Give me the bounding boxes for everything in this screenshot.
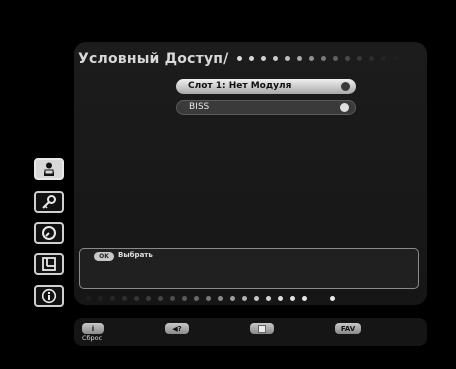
page-dot: [345, 56, 350, 61]
biss-item[interactable]: BISS: [176, 100, 356, 115]
page-dot: [110, 296, 115, 301]
clock-icon: [42, 226, 56, 240]
info-icon: [41, 288, 57, 304]
info-key-icon: i: [91, 324, 95, 333]
sidebar-item-storage[interactable]: [34, 253, 64, 275]
page-dot: [122, 296, 127, 301]
page-dot: [369, 56, 374, 61]
page-title: Условный Доступ/: [78, 51, 229, 67]
page-dot: [249, 56, 254, 61]
audio-key-icon: ◀?: [172, 324, 182, 333]
blank-key-button[interactable]: [250, 323, 274, 334]
page-dot: [86, 296, 91, 301]
page-dot: [290, 296, 295, 301]
page-dot: [182, 296, 187, 301]
key-icon: [42, 195, 56, 209]
page-dot: [333, 56, 338, 61]
page-dot: [98, 296, 103, 301]
sidebar-item-info[interactable]: [34, 285, 64, 307]
page-dot: [321, 56, 326, 61]
page-dot: [285, 56, 290, 61]
page-dot: [302, 296, 307, 301]
page-dot: [170, 296, 175, 301]
slot-1-item[interactable]: Слот 1: Нет Модуля: [176, 79, 356, 94]
page-dot: [309, 56, 314, 61]
ok-button-icon: OK: [94, 252, 114, 261]
page-dot: [146, 296, 151, 301]
sidebar-item-key[interactable]: [34, 191, 64, 213]
storage-icon: [42, 257, 56, 271]
select-hint-label: Выбрать: [118, 251, 153, 259]
slot-status-indicator: [341, 82, 350, 91]
page-dot: [393, 56, 398, 61]
page-dot: [194, 296, 199, 301]
page-dot: [206, 296, 211, 301]
slot-status-indicator: [340, 103, 349, 112]
access-card-icon: [44, 162, 54, 176]
audio-key-button[interactable]: ◀?: [165, 323, 189, 334]
page-dot: [297, 56, 302, 61]
page-dot: [134, 296, 139, 301]
page-dot: [357, 56, 362, 61]
page-dot: [266, 296, 271, 301]
page-dot: [381, 56, 386, 61]
reset-label: Сброс: [82, 334, 103, 342]
fav-key-label: FAV: [340, 324, 356, 333]
sidebar-item-clock[interactable]: [34, 222, 64, 244]
sidebar-item-access[interactable]: [34, 158, 64, 180]
page-dot: [330, 296, 335, 301]
page-dot: [254, 296, 259, 301]
page-dot: [261, 56, 266, 61]
page-dot: [230, 296, 235, 301]
page-dot: [273, 56, 278, 61]
page-dot: [278, 296, 283, 301]
page-dot: [158, 296, 163, 301]
page-dot: [218, 296, 223, 301]
square-icon: [258, 324, 266, 333]
biss-label: BISS: [189, 102, 210, 112]
info-key-button[interactable]: i: [82, 323, 104, 334]
page-dot: [237, 56, 242, 61]
page-dot: [242, 296, 247, 301]
fav-key-button[interactable]: FAV: [335, 323, 361, 334]
slot-1-label: Слот 1: Нет Модуля: [188, 81, 292, 91]
